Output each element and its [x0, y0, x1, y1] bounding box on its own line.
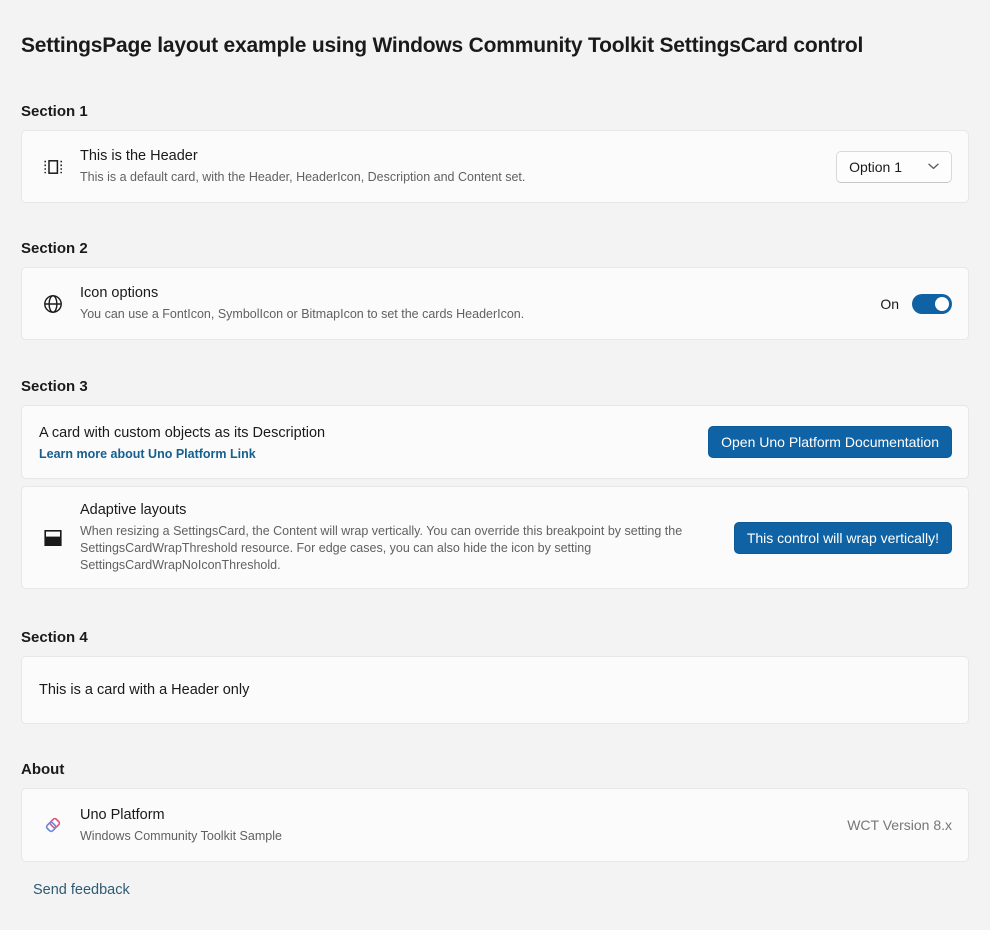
open-documentation-button[interactable]: Open Uno Platform Documentation [708, 426, 952, 458]
card-header: This is the Header [80, 147, 836, 166]
section-4-label: Section 4 [21, 630, 969, 646]
options-dropdown[interactable]: Option 1 [836, 151, 952, 183]
card-description: You can use a FontIcon, SymbolIcon or Bi… [80, 306, 880, 323]
card-header: Adaptive layouts [80, 501, 734, 520]
section-2-label: Section 2 [21, 241, 969, 257]
about-card: Uno Platform Windows Community Toolkit S… [21, 788, 969, 862]
settings-page: SettingsPage layout example using Window… [0, 0, 990, 899]
card-header: Icon options [80, 284, 880, 303]
uno-logo-icon [42, 813, 64, 837]
section-3-label: Section 3 [21, 379, 969, 395]
settings-card-header-only: This is a card with a Header only [21, 656, 969, 724]
section-1-label: Section 1 [21, 104, 969, 120]
wct-version-text: WCT Version 8.x [847, 817, 952, 833]
settings-card-custom-description: A card with custom objects as its Descri… [21, 405, 969, 479]
send-feedback-link[interactable]: Send feedback [33, 882, 130, 898]
card-description: When resizing a SettingsCard, the Conten… [80, 523, 708, 574]
card-header: This is a card with a Header only [39, 681, 952, 700]
settings-card-icon-options: Icon options You can use a FontIcon, Sym… [21, 267, 969, 340]
globe-icon [42, 292, 64, 316]
card-description: This is a default card, with the Header,… [80, 169, 836, 186]
page-title: SettingsPage layout example using Window… [21, 0, 969, 59]
wrap-demo-button[interactable]: This control will wrap vertically! [734, 522, 952, 554]
settings-card-adaptive-layouts: Adaptive layouts When resizing a Setting… [21, 486, 969, 589]
uno-platform-link[interactable]: Learn more about Uno Platform Link [39, 447, 708, 461]
dropdown-selected-value: Option 1 [849, 159, 902, 175]
placeholder-icon [42, 155, 64, 179]
wrap-icon [42, 526, 64, 550]
chevron-down-icon [928, 163, 939, 170]
settings-card-default: This is the Header This is a default car… [21, 130, 969, 203]
toggle-knob [935, 297, 949, 311]
icon-toggle-switch[interactable] [912, 294, 952, 314]
card-header: A card with custom objects as its Descri… [39, 424, 708, 443]
about-label: About [21, 762, 969, 778]
about-card-header: Uno Platform [80, 806, 847, 825]
toggle-state-label: On [880, 296, 899, 312]
about-card-description: Windows Community Toolkit Sample [80, 828, 847, 845]
